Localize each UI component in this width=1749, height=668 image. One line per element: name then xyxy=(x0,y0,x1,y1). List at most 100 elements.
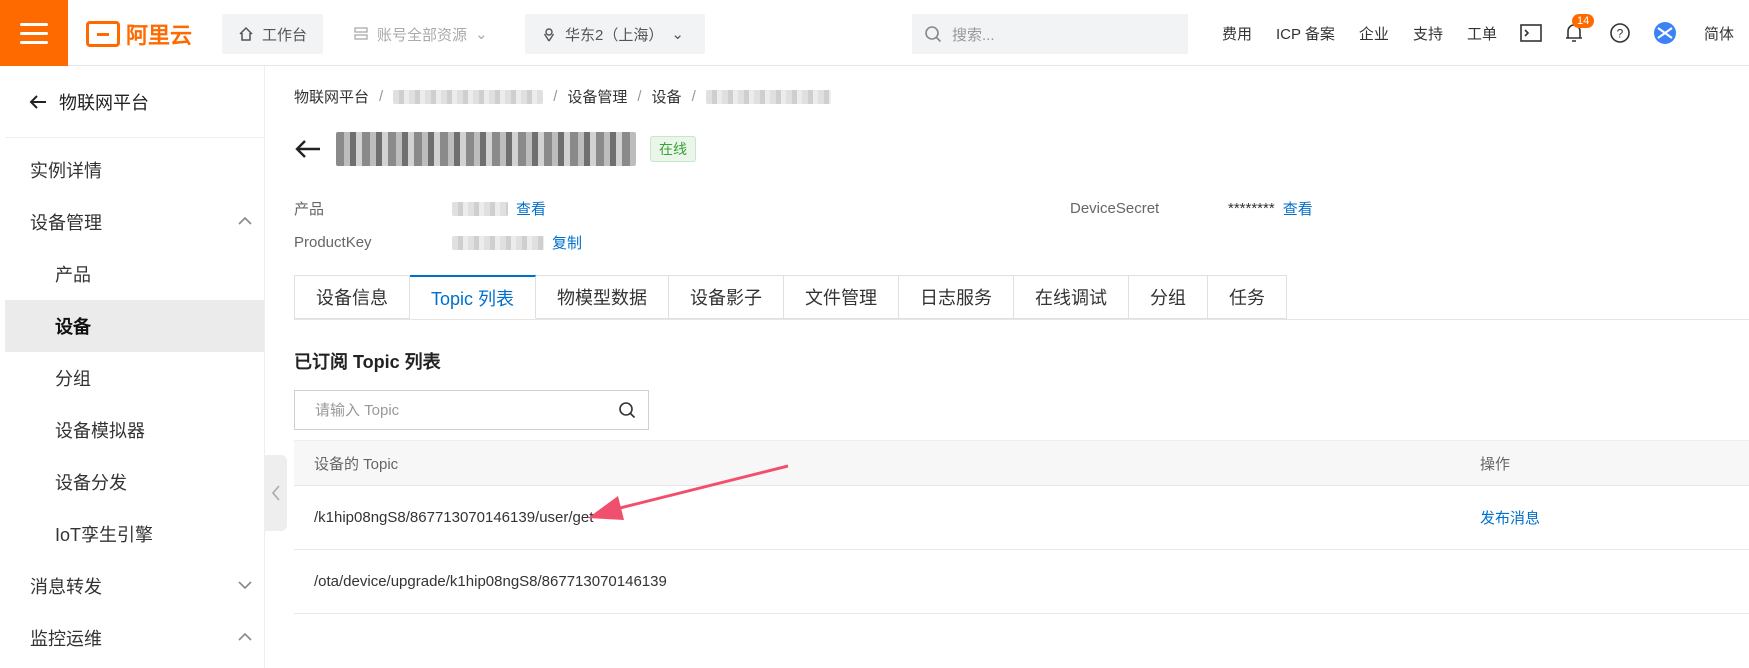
workbench-label: 工作台 xyxy=(262,26,308,44)
breadcrumb: 物联网平台 / / 设备管理 / 设备 / xyxy=(294,86,831,107)
breadcrumb-iot[interactable]: 物联网平台 xyxy=(294,86,369,107)
chevron-up-icon xyxy=(238,632,252,641)
sidebar-item-label: 实例详情 xyxy=(30,161,102,181)
topic-search xyxy=(294,390,649,430)
productkey-info: ProductKey 复制 xyxy=(294,232,582,253)
tab-file-management[interactable]: 文件管理 xyxy=(784,275,900,319)
breadcrumb-separator: / xyxy=(691,88,696,105)
sidebar-item-iot-twin[interactable]: IoT孪生引擎 xyxy=(5,508,264,560)
chevron-left-icon xyxy=(271,485,280,501)
language-switch[interactable]: 简体 xyxy=(1704,23,1734,44)
sidebar-collapse-handle[interactable] xyxy=(265,455,287,531)
chevron-down-icon: ⌄ xyxy=(671,26,684,43)
top-navbar: 阿里云 工作台 账号全部资源 ⌄ 华东2（上海） ⌄ 搜索... 费用 ICP … xyxy=(0,0,1749,66)
workbench-button[interactable]: 工作台 xyxy=(222,14,323,54)
sidebar-item-product[interactable]: 产品 xyxy=(5,248,264,300)
sidebar-item-device[interactable]: 设备 xyxy=(5,300,264,352)
sidebar-back-label: 物联网平台 xyxy=(59,92,149,113)
sidebar-item-label: 设备管理 xyxy=(30,213,102,233)
sidebar-item-device-management[interactable]: 设备管理 xyxy=(5,196,264,248)
icp-link[interactable]: ICP 备案 xyxy=(1264,23,1347,44)
product-info: 产品 查看 xyxy=(294,198,546,219)
hamburger-menu-button[interactable] xyxy=(0,0,68,66)
location-pin-icon xyxy=(543,28,555,42)
topic-cell: /ota/device/upgrade/k1hip08ngS8/86771307… xyxy=(314,573,667,590)
productkey-label: ProductKey xyxy=(294,234,372,251)
chevron-down-icon: ⌄ xyxy=(475,26,488,43)
back-arrow-icon[interactable] xyxy=(294,138,322,160)
device-tabs: 设备信息 Topic 列表 物模型数据 设备影子 文件管理 日志服务 在线调试 … xyxy=(294,275,1749,320)
top-links: 费用 ICP 备案 企业 支持 工单 xyxy=(1210,0,1509,66)
svg-text:?: ? xyxy=(1617,27,1624,41)
breadcrumb-separator: / xyxy=(637,88,642,105)
home-icon xyxy=(239,26,253,41)
resource-selector[interactable]: 账号全部资源 ⌄ xyxy=(337,14,505,54)
product-view-link[interactable]: 查看 xyxy=(516,198,546,219)
tab-online-debug[interactable]: 在线调试 xyxy=(1014,275,1130,319)
aliyun-logo[interactable]: 阿里云 xyxy=(86,18,192,50)
tab-log-service[interactable]: 日志服务 xyxy=(899,275,1015,319)
breadcrumb-device-management[interactable]: 设备管理 xyxy=(567,86,627,107)
sidebar-item-monitoring[interactable]: 监控运维 xyxy=(5,612,264,664)
breadcrumb-instance-redacted[interactable] xyxy=(393,89,544,104)
resource-label: 账号全部资源 xyxy=(377,26,468,44)
sidebar-item-device-simulator[interactable]: 设备模拟器 xyxy=(5,404,264,456)
column-header-topic: 设备的 Topic xyxy=(314,455,399,473)
sidebar-back-button[interactable]: 物联网平台 xyxy=(5,66,264,138)
sidebar-item-label: 分组 xyxy=(55,369,91,389)
logo-text: 阿里云 xyxy=(126,23,193,48)
sidebar: 物联网平台 实例详情 设备管理 产品 设备 分组 设备模拟器 设备分发 IoT孪… xyxy=(5,66,265,668)
sidebar-item-group[interactable]: 分组 xyxy=(5,352,264,404)
sidebar-item-label: 监控运维 xyxy=(30,629,102,649)
notification-badge: 14 xyxy=(1572,14,1595,28)
product-label: 产品 xyxy=(294,201,325,218)
sidebar-item-label: 产品 xyxy=(55,265,91,285)
tab-device-info[interactable]: 设备信息 xyxy=(294,275,410,319)
tab-topic-list[interactable]: Topic 列表 xyxy=(410,275,537,319)
devicesecret-value: ******** xyxy=(1228,200,1275,217)
chevron-up-icon xyxy=(238,216,252,225)
device-title-row: 在线 xyxy=(294,132,696,166)
stack-icon xyxy=(354,27,368,40)
help-icon[interactable]: ? xyxy=(1607,20,1633,46)
global-search[interactable]: 搜索... xyxy=(912,14,1188,54)
table-row: /k1hip08ngS8/867713070146139/user/get 发布… xyxy=(294,486,1749,550)
sidebar-item-label: 消息转发 xyxy=(30,577,102,597)
tab-thing-model-data[interactable]: 物模型数据 xyxy=(536,275,670,319)
breadcrumb-separator: / xyxy=(553,88,558,105)
chevron-down-icon xyxy=(238,581,252,590)
global-search-placeholder: 搜索... xyxy=(952,26,995,44)
enterprise-link[interactable]: 企业 xyxy=(1347,23,1401,44)
search-icon[interactable] xyxy=(618,401,636,419)
sidebar-item-message-forwarding[interactable]: 消息转发 xyxy=(5,560,264,612)
tab-group[interactable]: 分组 xyxy=(1129,275,1209,319)
arrow-left-icon xyxy=(29,94,46,109)
terminal-icon[interactable] xyxy=(1518,20,1544,46)
sidebar-item-instance-detail[interactable]: 实例详情 xyxy=(5,144,264,196)
avatar[interactable] xyxy=(1652,20,1678,46)
status-badge: 在线 xyxy=(650,136,696,162)
logo-mark-icon xyxy=(86,21,120,47)
productkey-copy-link[interactable]: 复制 xyxy=(552,232,582,253)
sidebar-item-label: 设备模拟器 xyxy=(55,421,145,441)
region-selector[interactable]: 华东2（上海） ⌄ xyxy=(525,14,705,54)
breadcrumb-device-redacted xyxy=(705,89,831,104)
billing-link[interactable]: 费用 xyxy=(1210,23,1264,44)
topic-search-input[interactable] xyxy=(315,401,605,419)
sidebar-item-device-distribution[interactable]: 设备分发 xyxy=(5,456,264,508)
sidebar-item-label: IoT孪生引擎 xyxy=(55,525,154,545)
tab-task[interactable]: 任务 xyxy=(1208,275,1288,319)
tab-device-shadow[interactable]: 设备影子 xyxy=(669,275,785,319)
breadcrumb-device[interactable]: 设备 xyxy=(652,86,682,107)
support-link[interactable]: 支持 xyxy=(1401,23,1455,44)
devicesecret-view-link[interactable]: 查看 xyxy=(1283,198,1313,219)
table-row: /ota/device/upgrade/k1hip08ngS8/86771307… xyxy=(294,550,1749,614)
topic-cell: /k1hip08ngS8/867713070146139/user/get xyxy=(314,509,594,526)
publish-message-link[interactable]: 发布消息 xyxy=(1480,510,1540,527)
annotation-arrow xyxy=(588,464,789,520)
ticket-link[interactable]: 工单 xyxy=(1455,23,1509,44)
devicesecret-info: DeviceSecret ******** 查看 xyxy=(1070,198,1313,219)
breadcrumb-separator: / xyxy=(379,88,384,105)
product-value-redacted xyxy=(452,201,508,216)
device-name-redacted xyxy=(336,132,636,166)
